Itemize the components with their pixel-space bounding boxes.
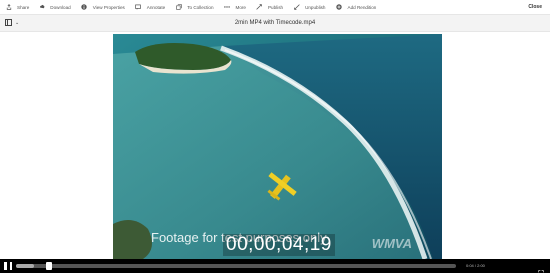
more-label: More: [235, 4, 246, 10]
publish-icon: [256, 4, 263, 11]
seek-handle[interactable]: [45, 262, 52, 270]
asset-title: 2min MP4 with Timecode.mp4: [234, 20, 316, 26]
annotate-icon: [135, 4, 142, 11]
share-button[interactable]: Share: [5, 0, 29, 14]
action-toolbar: Share Download View Properties Annotate …: [0, 0, 550, 14]
share-icon: [5, 4, 12, 11]
preview-stage: Footage for test purposes only 00;00;04;…: [0, 32, 550, 259]
more-icon: [224, 4, 231, 11]
view-properties-button[interactable]: View Properties: [81, 0, 125, 14]
seek-bar-fill: [16, 264, 34, 268]
more-button[interactable]: More: [224, 0, 246, 14]
pause-icon: [4, 262, 7, 270]
view-properties-label: View Properties: [92, 4, 125, 10]
close-button[interactable]: Close: [528, 0, 542, 14]
time-display: 0:04 / 2:00: [466, 263, 485, 268]
share-label: Share: [17, 4, 30, 10]
to-collection-button[interactable]: To Collection: [175, 0, 214, 14]
unpublish-label: Unpublish: [305, 4, 326, 10]
download-button[interactable]: Download: [38, 0, 71, 14]
collection-icon: [175, 4, 182, 11]
download-label: Download: [50, 4, 71, 10]
annotate-button[interactable]: Annotate: [135, 0, 165, 14]
add-icon: [336, 4, 343, 11]
annotate-label: Annotate: [146, 4, 166, 10]
unpublish-button[interactable]: Unpublish: [293, 0, 326, 14]
unpublish-icon: [293, 4, 300, 11]
add-rendition-button[interactable]: Add Rendition: [336, 0, 377, 14]
info-icon: [81, 4, 88, 11]
watermark-logo: WMVA: [371, 236, 412, 251]
fullscreen-button[interactable]: [538, 263, 544, 273]
pause-button[interactable]: [4, 262, 12, 270]
seek-bar[interactable]: [16, 262, 456, 270]
publish-button[interactable]: Publish: [256, 0, 283, 14]
player-controls: 0:04 / 2:00: [0, 259, 550, 273]
download-icon: [38, 4, 45, 11]
pause-icon-bar: [9, 262, 12, 270]
add-rendition-label: Add Rendition: [347, 4, 377, 10]
publish-label: Publish: [267, 4, 284, 10]
title-bar: ⌄ 2min MP4 with Timecode.mp4: [0, 14, 550, 32]
video-player[interactable]: Footage for test purposes only 00;00;04;…: [113, 34, 442, 259]
timecode-overlay: 00;00;04;19: [223, 234, 335, 256]
to-collection-label: To Collection: [187, 4, 214, 10]
video-frame: [113, 34, 442, 259]
